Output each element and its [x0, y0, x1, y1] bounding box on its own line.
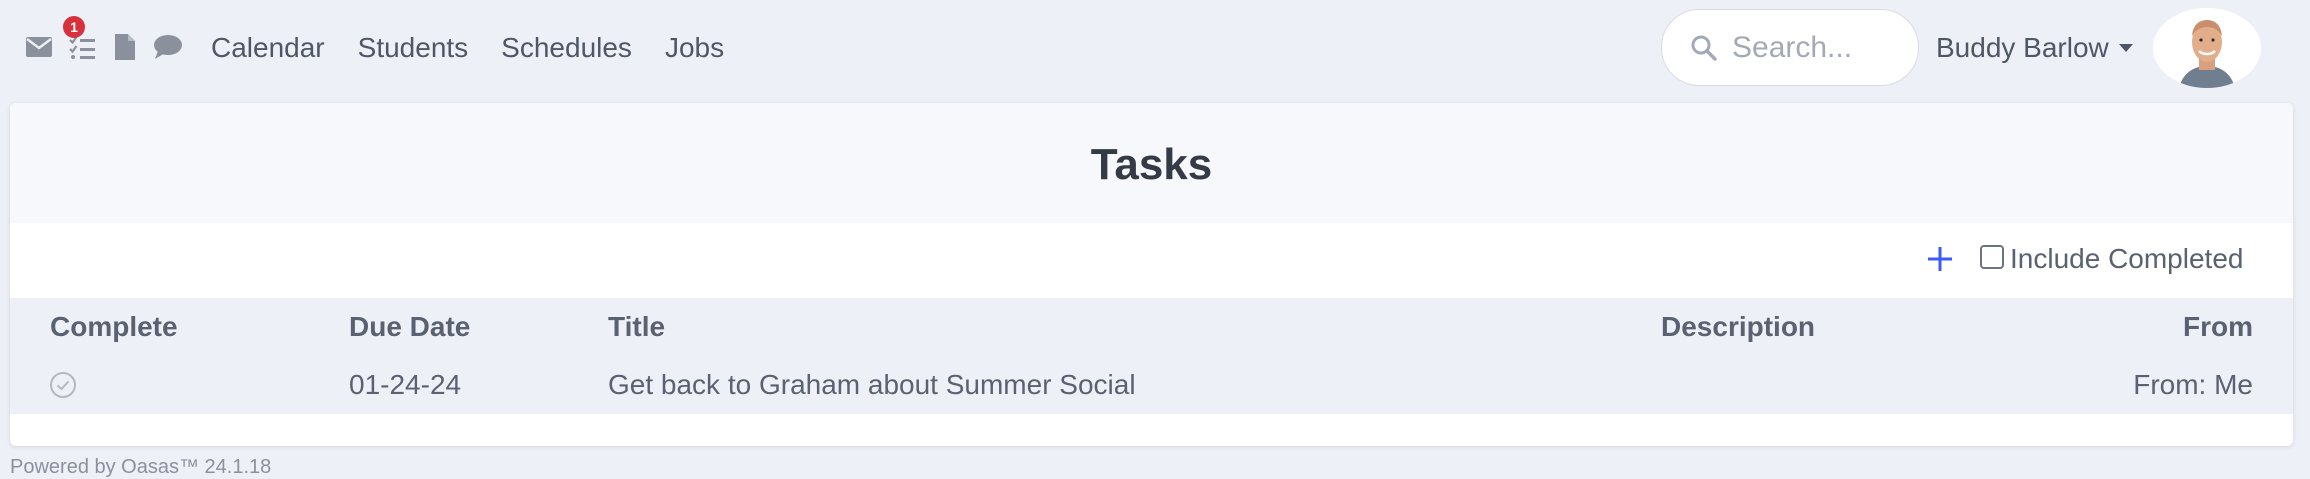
- include-completed-toggle[interactable]: Include Completed: [1980, 241, 2243, 277]
- include-completed-checkbox[interactable]: [1980, 245, 2004, 269]
- table-header-row: Complete Due Date Title Description From: [10, 298, 2293, 356]
- file-icon[interactable]: [110, 30, 140, 64]
- tasks-card: Tasks Include Completed Complete Due Dat…: [10, 103, 2293, 446]
- table-row[interactable]: 01-24-24 Get back to Graham about Summer…: [10, 356, 2293, 414]
- column-header-title[interactable]: Title: [608, 298, 665, 356]
- top-navbar: 1 Calendar Students Schedules Jobs Buddy…: [0, 0, 2310, 96]
- mark-complete-circle-check-icon[interactable]: [49, 371, 77, 399]
- user-name: Buddy Barlow: [1936, 32, 2109, 63]
- column-header-due-date[interactable]: Due Date: [349, 298, 470, 356]
- search-icon: [1691, 35, 1717, 61]
- row-due-date: 01-24-24: [349, 369, 462, 400]
- tasks-toolbar: Include Completed: [10, 223, 2293, 298]
- row-from: From: Me: [2133, 369, 2253, 400]
- avatar[interactable]: [2153, 8, 2261, 88]
- page-title: Tasks: [1090, 140, 1213, 189]
- tasks-notification-badge: 1: [63, 16, 85, 38]
- comment-icon[interactable]: [153, 30, 183, 64]
- add-task-button[interactable]: [1924, 243, 1956, 275]
- column-header-complete[interactable]: Complete: [50, 298, 178, 356]
- search-box[interactable]: [1661, 9, 1919, 86]
- row-title[interactable]: Get back to Graham about Summer Social: [608, 356, 1136, 414]
- nav-link-students[interactable]: Students: [358, 26, 469, 70]
- footer-powered-by: Powered by Oasas™ 24.1.18: [10, 456, 272, 478]
- envelope-icon[interactable]: [24, 30, 54, 64]
- nav-link-calendar[interactable]: Calendar: [211, 26, 325, 70]
- user-menu-dropdown[interactable]: Buddy Barlow: [1936, 26, 2133, 70]
- nav-icon-group: [24, 30, 196, 64]
- card-header: Tasks: [10, 103, 2293, 223]
- caret-down-icon: [2118, 44, 2133, 52]
- nav-links: Calendar Students Schedules Jobs: [211, 26, 757, 70]
- column-header-from[interactable]: From: [2183, 298, 2253, 356]
- nav-link-jobs[interactable]: Jobs: [665, 26, 724, 70]
- search-input[interactable]: [1730, 29, 1900, 66]
- column-header-description[interactable]: Description: [1661, 298, 1815, 356]
- nav-link-schedules[interactable]: Schedules: [501, 26, 632, 70]
- include-completed-label: Include Completed: [2010, 243, 2244, 274]
